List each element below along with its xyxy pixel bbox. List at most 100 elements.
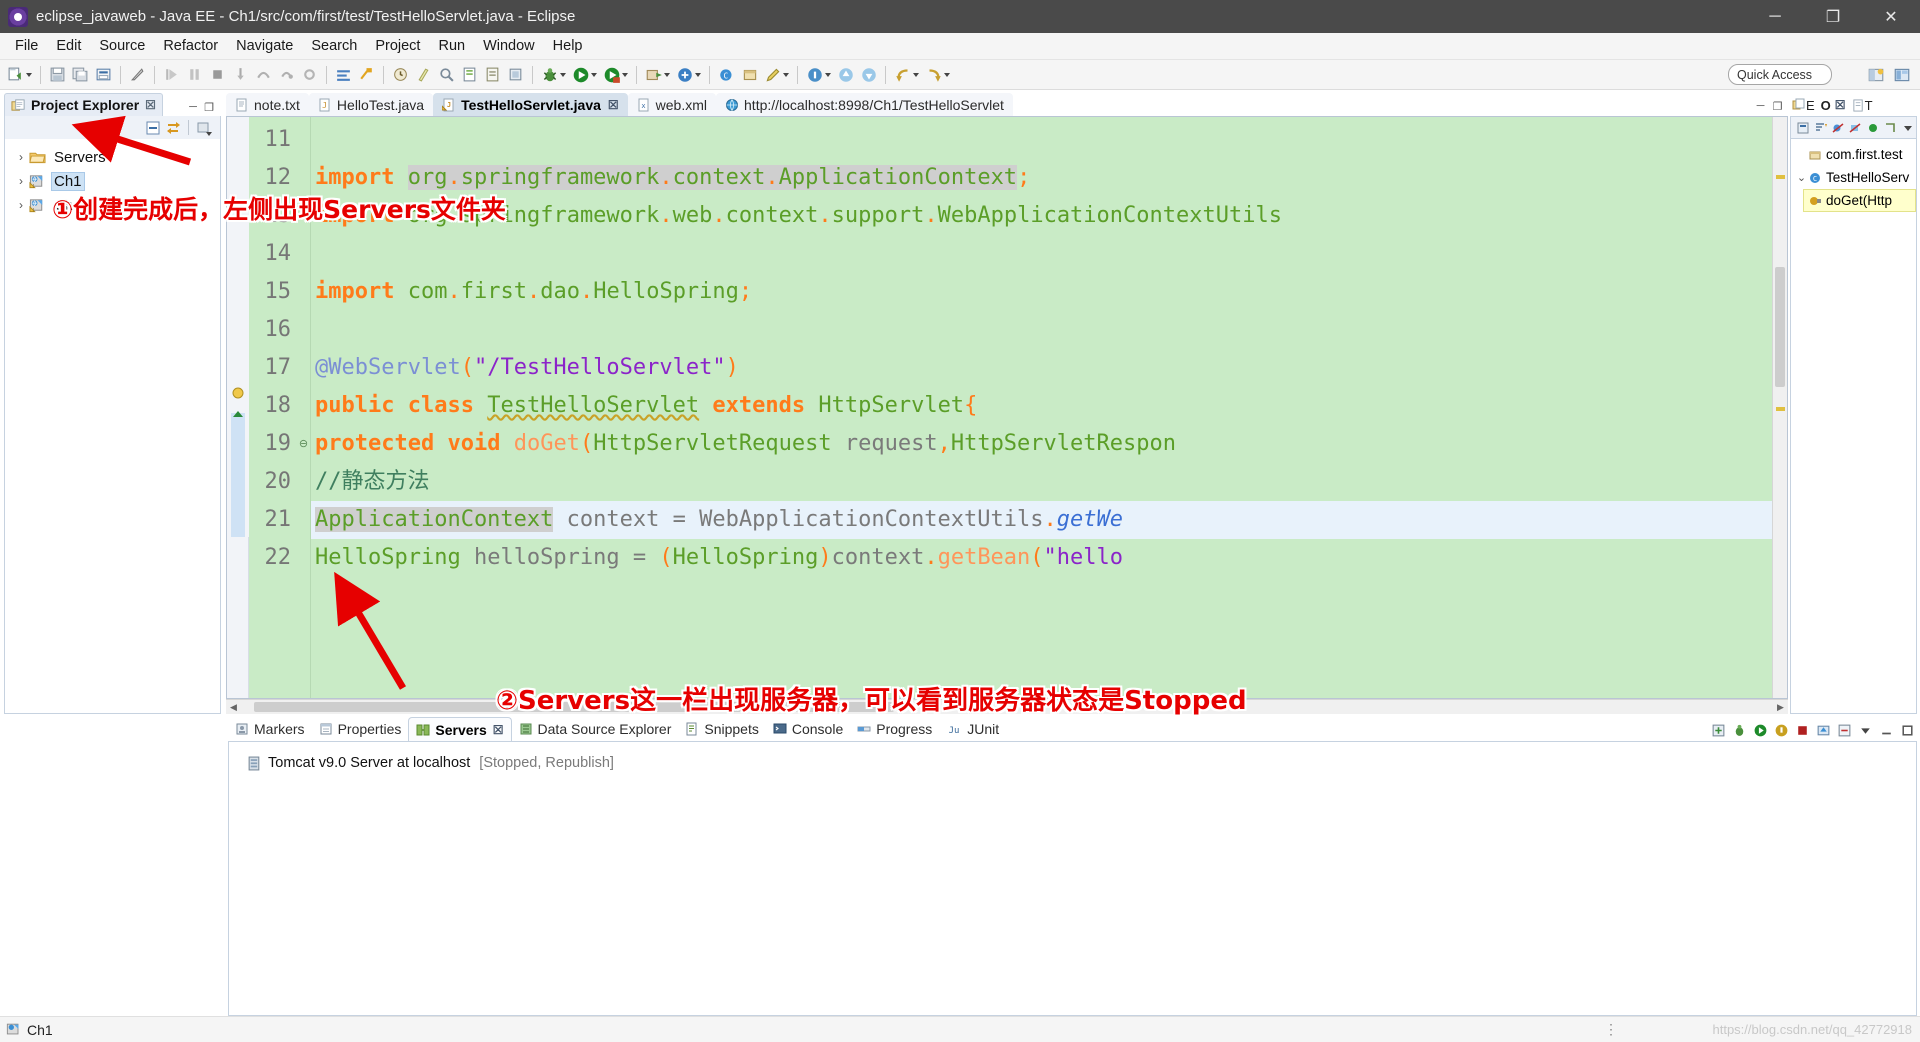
- publish-button[interactable]: [1814, 721, 1833, 739]
- tab-console[interactable]: Console: [766, 717, 850, 741]
- menu-source[interactable]: Source: [90, 35, 154, 57]
- tab-progress[interactable]: Progress: [850, 717, 939, 741]
- chevron-right-icon[interactable]: ›: [13, 174, 29, 188]
- close-button[interactable]: ✕: [1862, 0, 1920, 33]
- code-line[interactable]: @WebServlet("/TestHelloServlet"): [311, 349, 1772, 387]
- scroll-left-icon[interactable]: ◀: [226, 700, 241, 715]
- open-type-button[interactable]: [459, 64, 480, 85]
- quill-button[interactable]: [127, 64, 148, 85]
- view-menu-button[interactable]: [194, 118, 214, 137]
- pencil-dropdown-icon[interactable]: [783, 72, 789, 77]
- menu-run[interactable]: Run: [429, 35, 474, 57]
- save-button[interactable]: [47, 64, 68, 85]
- code-line[interactable]: [311, 311, 1772, 349]
- perspective-sync-button[interactable]: [674, 64, 695, 85]
- minimize-button[interactable]: [1877, 721, 1896, 739]
- tab-testhelloservlet-java[interactable]: J TestHelloServlet.java ☒: [433, 93, 628, 116]
- annotation-button[interactable]: [804, 64, 825, 85]
- new-java-class-button[interactable]: C: [716, 64, 737, 85]
- scrollbar-thumb[interactable]: [1775, 267, 1785, 387]
- maximize-icon[interactable]: ❐: [201, 100, 217, 114]
- close-icon[interactable]: ☒: [493, 723, 504, 737]
- close-icon[interactable]: ☒: [1835, 98, 1846, 112]
- hide-nonpublic-button[interactable]: [1865, 118, 1881, 137]
- tab-snippets[interactable]: Snippets: [678, 717, 765, 741]
- debug-dropdown-icon[interactable]: [560, 72, 566, 77]
- tab-junit[interactable]: Ju JUnit: [939, 717, 1006, 741]
- focus-mode-button[interactable]: [1795, 118, 1811, 137]
- hide-local-button[interactable]: [1882, 118, 1898, 137]
- prev-annotation-button[interactable]: [835, 64, 856, 85]
- outline-menu-button[interactable]: [1900, 118, 1916, 137]
- tab-task-list[interactable]: T: [1850, 94, 1875, 116]
- forward-dropdown-icon[interactable]: [944, 72, 950, 77]
- tab-data-source-explorer[interactable]: Data Source Explorer: [512, 717, 679, 741]
- code-line[interactable]: //静态方法: [311, 463, 1772, 501]
- menu-search[interactable]: Search: [302, 35, 366, 57]
- terminate-button[interactable]: [207, 64, 228, 85]
- code-line[interactable]: public class TestHelloServlet extends Ht…: [311, 387, 1772, 425]
- chevron-right-icon[interactable]: ›: [13, 198, 29, 212]
- debug-server-button[interactable]: [1730, 721, 1749, 739]
- editor-folding-bar[interactable]: ⊖: [297, 117, 311, 698]
- pencil-button[interactable]: [762, 64, 783, 85]
- minimize-icon[interactable]: ─: [185, 100, 201, 114]
- tree-item-ch1-ex[interactable]: › ! Ch1_ex: [5, 193, 220, 217]
- toggle-breakpoint-button[interactable]: [333, 64, 354, 85]
- code-line[interactable]: import com.first.dao.HelloSpring;: [311, 273, 1772, 311]
- step-over-button[interactable]: [253, 64, 274, 85]
- save-all-button[interactable]: [70, 64, 91, 85]
- new-server-button[interactable]: [1709, 721, 1728, 739]
- overview-warning-mark[interactable]: [1776, 407, 1785, 411]
- tab-outline[interactable]: O ☒: [1819, 94, 1848, 116]
- new-wizard-button[interactable]: [5, 64, 26, 85]
- code-line[interactable]: [311, 121, 1772, 159]
- minimize-button[interactable]: ─: [1746, 0, 1804, 33]
- profile-server-button[interactable]: [1772, 721, 1791, 739]
- link-with-editor-button[interactable]: [164, 118, 184, 137]
- tab-hellotest-java[interactable]: J HelloTest.java: [308, 93, 434, 116]
- step-into-button[interactable]: [230, 64, 251, 85]
- code-line[interactable]: ApplicationContext context = WebApplicat…: [311, 501, 1772, 539]
- back-dropdown-icon[interactable]: [913, 72, 919, 77]
- resource-button[interactable]: [505, 64, 526, 85]
- tab-servers[interactable]: Servers ☒: [408, 717, 512, 741]
- menu-help[interactable]: Help: [544, 35, 592, 57]
- forward-button[interactable]: [923, 64, 944, 85]
- tab-browser-localhost[interactable]: http://localhost:8998/Ch1/TestHelloServl…: [716, 93, 1013, 116]
- maximize-button[interactable]: ❐: [1804, 0, 1862, 33]
- menu-window[interactable]: Window: [474, 35, 544, 57]
- add-remove-button[interactable]: [1835, 721, 1854, 739]
- java-ee-perspective-button[interactable]: [1890, 63, 1914, 86]
- open-perspective-button[interactable]: [1864, 63, 1888, 86]
- skip-breakpoints-button[interactable]: [356, 64, 377, 85]
- servers-list[interactable]: Tomcat v9.0 Server at localhost [Stopped…: [228, 741, 1917, 1016]
- task-button[interactable]: [482, 64, 503, 85]
- editor-vertical-scrollbar[interactable]: [1772, 117, 1787, 698]
- chevron-right-icon[interactable]: ›: [13, 150, 29, 164]
- print-button[interactable]: [93, 64, 114, 85]
- sort-button[interactable]: [1812, 118, 1828, 137]
- overview-warning-mark[interactable]: [1776, 175, 1785, 179]
- code-text[interactable]: import org.springframework.context.Appli…: [311, 117, 1772, 698]
- stop-server-button[interactable]: [1793, 721, 1812, 739]
- code-editor[interactable]: 11 12 13 14 15 16 17 18 19 20 21 22 ⊖ im…: [226, 116, 1788, 699]
- resume-button[interactable]: [161, 64, 182, 85]
- code-line[interactable]: import org.springframework.web.context.s…: [311, 197, 1772, 235]
- run-server-dropdown-icon[interactable]: [622, 72, 628, 77]
- new-package-button[interactable]: [739, 64, 760, 85]
- project-tree[interactable]: › Servers › ! Ch1 › ! Ch1_ex: [4, 139, 221, 714]
- start-server-button[interactable]: [1751, 721, 1770, 739]
- history-button[interactable]: [390, 64, 411, 85]
- tab-web-xml[interactable]: x web.xml: [627, 93, 717, 116]
- run-server-button[interactable]: [601, 64, 622, 85]
- close-icon[interactable]: ☒: [145, 98, 156, 112]
- quick-access-input[interactable]: Quick Access: [1728, 64, 1832, 85]
- menu-project[interactable]: Project: [366, 35, 429, 57]
- code-line[interactable]: HelloSpring helloSpring = (HelloSpring)c…: [311, 539, 1772, 577]
- next-annotation-button[interactable]: [858, 64, 879, 85]
- minimize-icon[interactable]: ─: [1752, 99, 1769, 113]
- code-line[interactable]: [311, 235, 1772, 273]
- tree-item-ch1[interactable]: › ! Ch1: [5, 169, 220, 193]
- tab-properties[interactable]: Properties: [312, 717, 409, 741]
